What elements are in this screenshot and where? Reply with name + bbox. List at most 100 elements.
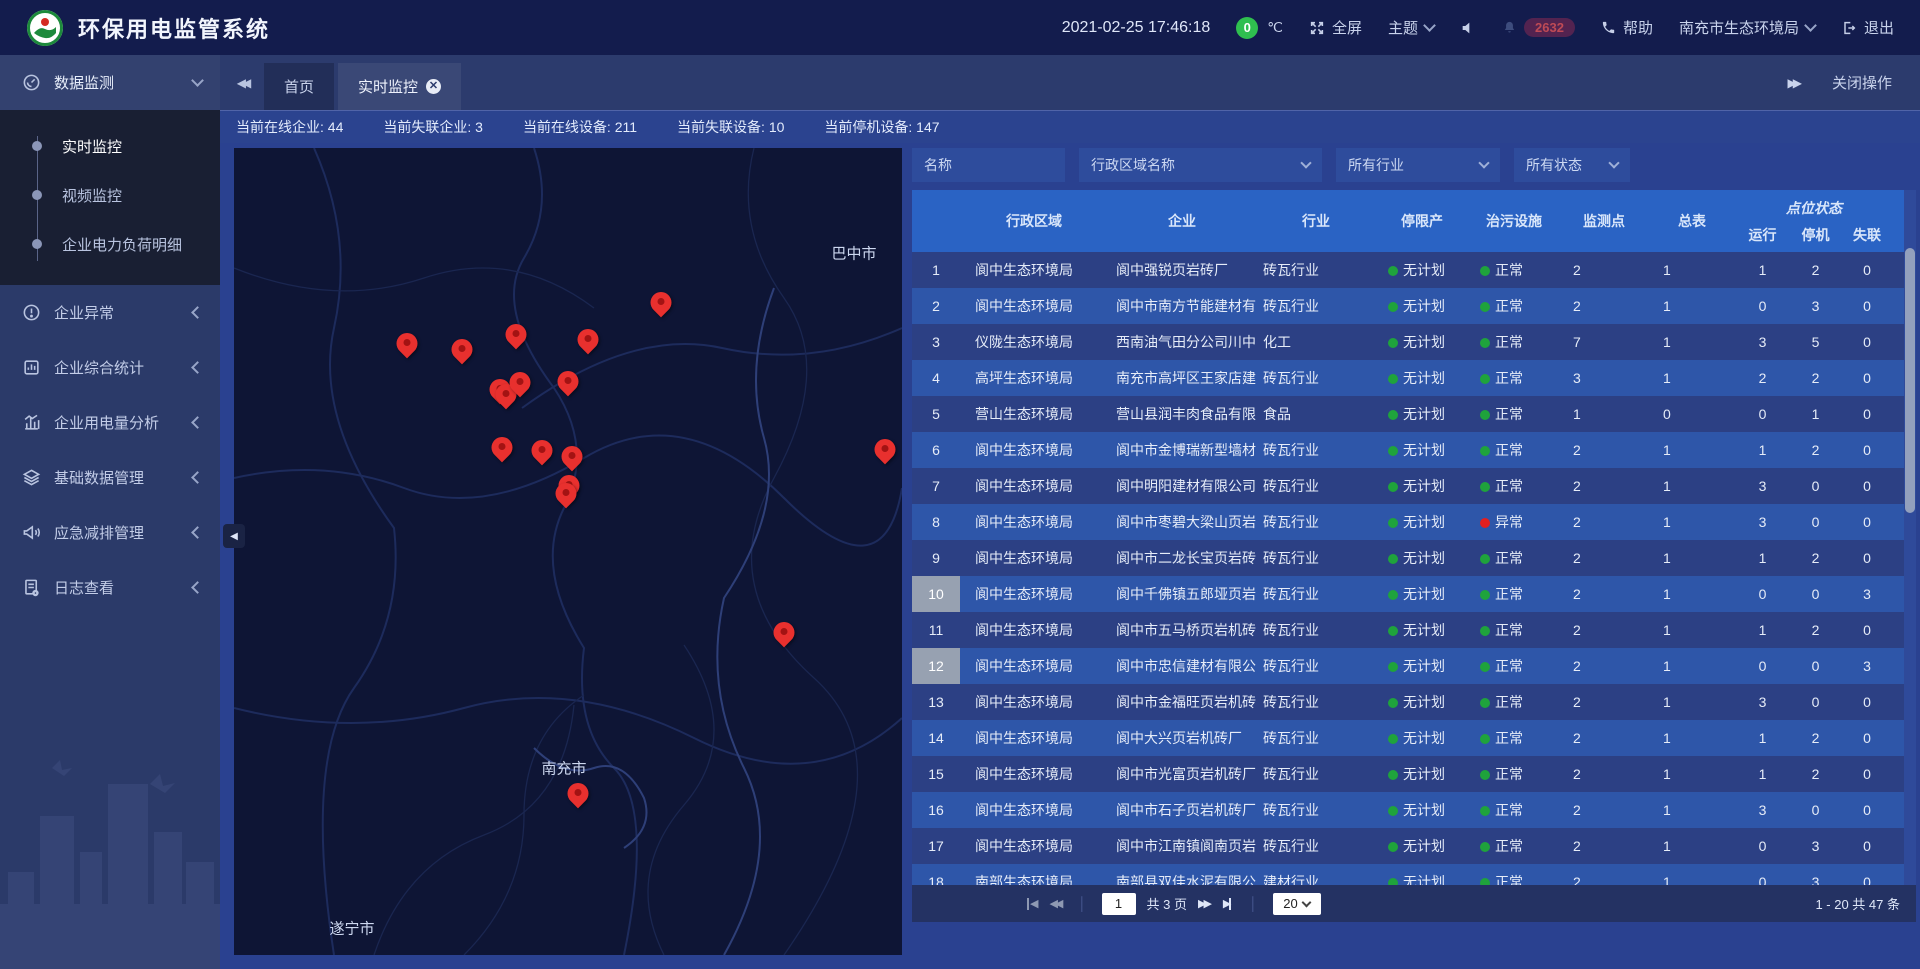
industry-select[interactable]: 所有行业 (1336, 148, 1500, 182)
cell-lost: 0 (1842, 550, 1892, 566)
org-menu-button[interactable]: 南充市生态环境局 (1679, 17, 1815, 38)
map-pin[interactable] (510, 368, 531, 397)
cell-limit: 无计划 (1376, 296, 1468, 316)
logout-button[interactable]: 退出 (1841, 17, 1894, 38)
first-page-button[interactable]: ◀ (1027, 897, 1038, 910)
table-row[interactable]: 11阆中生态环境局阆中市五马桥页岩机砖砖瓦行业无计划正常21120 (912, 612, 1904, 648)
cell-points: 2 (1560, 550, 1648, 566)
cell-region: 阆中生态环境局 (960, 476, 1108, 496)
sidebar-item-基础数据管理[interactable]: 基础数据管理 (0, 450, 220, 505)
sidebar-item-应急减排管理[interactable]: 应急减排管理 (0, 505, 220, 560)
table-row[interactable]: 13阆中生态环境局阆中市金福旺页岩机砖砖瓦行业无计划正常21300 (912, 684, 1904, 720)
table-row[interactable]: 8阆中生态环境局阆中市枣碧大梁山页岩砖瓦行业无计划异常21300 (912, 504, 1904, 540)
cell-limit: 无计划 (1376, 692, 1468, 712)
stat-当前在线设备: 当前在线设备: 211 (523, 117, 637, 137)
company-name-input[interactable]: 名称 (912, 148, 1065, 182)
mute-button[interactable] (1460, 20, 1476, 36)
map-pin[interactable] (452, 335, 473, 364)
chevron-down-icon (1804, 19, 1817, 32)
sidebar: 数据监测实时监控视频监控企业电力负荷明细企业异常企业综合统计企业用电量分析基础数… (0, 55, 220, 969)
fullscreen-button[interactable]: 全屏 (1309, 17, 1362, 38)
notifications-button[interactable]: 2632 (1502, 18, 1575, 37)
region-select-value: 行政区域名称 (1091, 155, 1175, 175)
cell-no: 15 (912, 756, 960, 792)
theme-menu-button[interactable]: 主题 (1388, 17, 1434, 38)
sidebar-item-label: 应急减排管理 (54, 522, 144, 543)
map-pin[interactable] (506, 320, 527, 349)
close-operations-button[interactable]: 关闭操作 (1832, 72, 1892, 93)
cell-facility: 正常 (1468, 440, 1560, 460)
table-row[interactable]: 3仪陇生态环境局西南油气田分公司川中化工无计划正常71350 (912, 324, 1904, 360)
table-row[interactable]: 2阆中生态环境局阆中市南方节能建材有砖瓦行业无计划正常21030 (912, 288, 1904, 324)
table-row[interactable]: 7阆中生态环境局阆中明阳建材有限公司砖瓦行业无计划正常21300 (912, 468, 1904, 504)
status-dot-green (1480, 842, 1490, 852)
status-dot-green (1388, 446, 1398, 456)
tabs-scroll-right-button[interactable]: ▶▶ (1788, 76, 1802, 90)
table-row[interactable]: 12阆中生态环境局阆中市忠信建材有限公砖瓦行业无计划正常21003 (912, 648, 1904, 684)
phone-icon (1601, 20, 1616, 35)
table-row[interactable]: 6阆中生态环境局阆中市金博瑞新型墙材砖瓦行业无计划正常21120 (912, 432, 1904, 468)
map-view[interactable]: 巴中市南充市遂宁市 (234, 148, 902, 955)
cell-run: 0 (1736, 586, 1789, 602)
map-pin[interactable] (492, 433, 513, 462)
map-pin[interactable] (875, 435, 896, 464)
sidebar-subitem-实时监控[interactable]: 实时监控 (0, 122, 220, 171)
map-pin[interactable] (556, 479, 577, 508)
table-row[interactable]: 15阆中生态环境局阆中市光富页岩机砖厂砖瓦行业无计划正常21120 (912, 756, 1904, 792)
cell-stop: 2 (1789, 766, 1842, 782)
help-button[interactable]: 帮助 (1601, 17, 1653, 38)
app-header: 环保用电监管系统 2021-02-25 17:46:18 0 ℃ 全屏 主题 (0, 0, 1920, 55)
prev-page-button[interactable]: ◀◀ (1049, 897, 1063, 910)
cell-company: 阆中大兴页岩机砖厂 (1108, 728, 1256, 748)
cell-points: 2 (1560, 730, 1648, 746)
map-collapse-handle[interactable]: ◀ (223, 524, 245, 548)
tab-label: 实时监控 (358, 76, 418, 97)
sidebar-item-企业用电量分析[interactable]: 企业用电量分析 (0, 395, 220, 450)
table-row[interactable]: 5营山生态环境局营山县润丰肉食品有限食品无计划正常10010 (912, 396, 1904, 432)
map-pin[interactable] (774, 618, 795, 647)
map-pin[interactable] (578, 325, 599, 354)
tabs-scroll-left-button[interactable]: ◀◀ (220, 76, 264, 90)
status-dot-green (1480, 698, 1490, 708)
chevron-down-icon (191, 74, 204, 87)
region-select[interactable]: 行政区域名称 (1079, 148, 1322, 182)
sidebar-item-数据监测[interactable]: 数据监测 (0, 55, 220, 110)
map-pin[interactable] (651, 288, 672, 317)
sidebar-item-企业异常[interactable]: 企业异常 (0, 285, 220, 340)
map-pin[interactable] (562, 442, 583, 471)
map-pin[interactable] (397, 329, 418, 358)
theme-label: 主题 (1388, 17, 1418, 38)
tab-实时监控[interactable]: 实时监控 ✕ (338, 63, 461, 110)
last-page-button[interactable]: ▶ (1223, 897, 1234, 910)
table-row[interactable]: 16阆中生态环境局阆中市石子页岩机砖厂砖瓦行业无计划正常21300 (912, 792, 1904, 828)
cell-stop: 0 (1789, 586, 1842, 602)
map-pin[interactable] (568, 779, 589, 808)
cell-points: 2 (1560, 514, 1648, 530)
status-dot-green (1480, 410, 1490, 420)
table-row[interactable]: 14阆中生态环境局阆中大兴页岩机砖厂砖瓦行业无计划正常21120 (912, 720, 1904, 756)
table-row[interactable]: 9阆中生态环境局阆中市二龙长宝页岩砖砖瓦行业无计划正常21120 (912, 540, 1904, 576)
next-page-button[interactable]: ▶▶ (1198, 897, 1212, 910)
status-dot-green (1388, 806, 1398, 816)
cell-no: 3 (912, 324, 960, 360)
cell-stop: 3 (1789, 298, 1842, 314)
sidebar-item-日志查看[interactable]: 日志查看 (0, 560, 220, 615)
col-index (912, 190, 960, 252)
cell-run: 1 (1736, 766, 1789, 782)
map-pin[interactable] (558, 367, 579, 396)
sidebar-item-企业综合统计[interactable]: 企业综合统计 (0, 340, 220, 395)
page-size-select[interactable]: 20 (1273, 893, 1321, 915)
sidebar-subitem-企业电力负荷明细[interactable]: 企业电力负荷明细 (0, 220, 220, 269)
cell-facility: 正常 (1468, 764, 1560, 784)
map-pin[interactable] (532, 436, 553, 465)
table-row[interactable]: 10阆中生态环境局阆中千佛镇五郎垭页岩砖瓦行业无计划正常21003 (912, 576, 1904, 612)
status-select[interactable]: 所有状态 (1514, 148, 1630, 182)
tab-close-icon[interactable]: ✕ (426, 79, 441, 94)
table-row[interactable]: 1阆中生态环境局阆中强锐页岩砖厂砖瓦行业无计划正常21120 (912, 252, 1904, 288)
sidebar-subitem-视频监控[interactable]: 视频监控 (0, 171, 220, 220)
tab-首页[interactable]: 首页 (264, 63, 334, 110)
page-number-input[interactable]: 1 (1102, 893, 1136, 915)
table-row[interactable]: 4高坪生态环境局南充市高坪区王家店建砖瓦行业无计划正常31220 (912, 360, 1904, 396)
scrollbar-thumb[interactable] (1905, 248, 1915, 513)
table-row[interactable]: 17阆中生态环境局阆中市江南镇阆南页岩砖瓦行业无计划正常21030 (912, 828, 1904, 864)
